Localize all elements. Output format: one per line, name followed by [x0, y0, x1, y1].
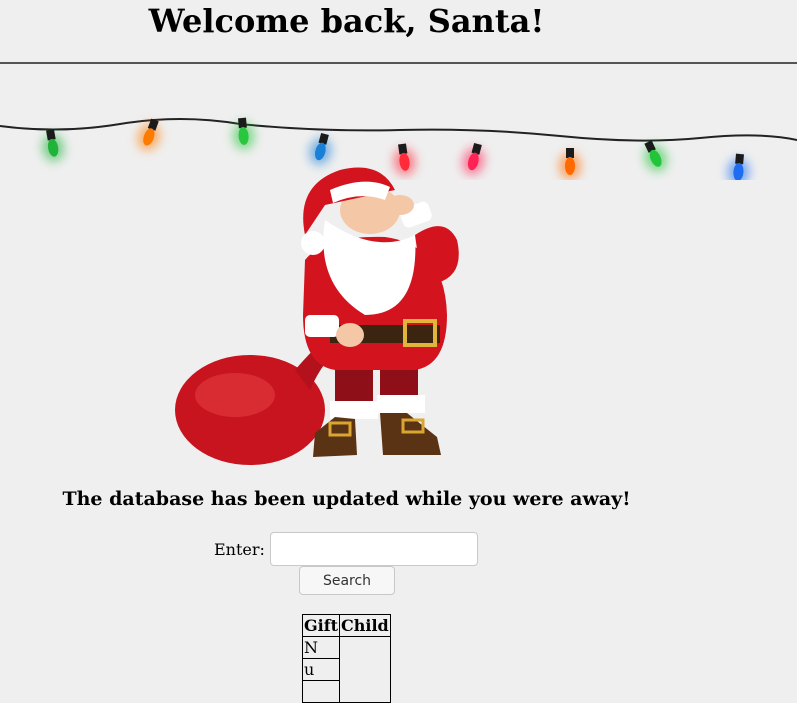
gift-cell: N: [301, 636, 341, 659]
light-bulb: [644, 140, 668, 172]
update-notice: The database has been updated while you …: [62, 488, 631, 510]
search-label: Enter:: [214, 539, 265, 559]
search-form: Enter:: [214, 532, 478, 566]
search-input[interactable]: [269, 532, 478, 566]
page-title: Welcome back, Santa!: [148, 2, 545, 40]
results-table: Gift Child N u: [301, 614, 391, 703]
child-cell: [339, 636, 391, 703]
gift-cell: u: [301, 658, 341, 681]
light-bulb: [42, 129, 65, 162]
light-bulb: [309, 132, 332, 166]
table-header-row: Gift Child: [301, 614, 391, 637]
light-bulb: [727, 153, 750, 180]
column-header-child: Child: [339, 614, 391, 637]
search-button[interactable]: Search: [299, 566, 395, 595]
light-wire: [0, 118, 797, 142]
light-bulb: [559, 148, 581, 180]
santa-illustration: [175, 167, 459, 465]
table-row: N: [301, 636, 391, 703]
column-header-gift: Gift: [301, 614, 341, 637]
light-bulb: [232, 117, 255, 150]
header-divider: [0, 62, 797, 64]
